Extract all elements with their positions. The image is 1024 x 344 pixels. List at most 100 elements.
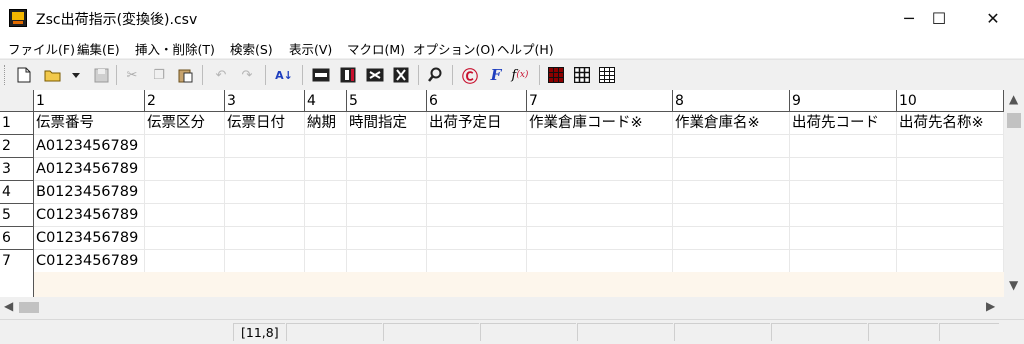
table-cell[interactable]: 出荷予定日 bbox=[427, 112, 527, 135]
table-cell[interactable] bbox=[673, 181, 790, 204]
table-cell[interactable] bbox=[527, 181, 673, 204]
table-cell[interactable]: A0123456789 bbox=[34, 158, 145, 181]
column-header[interactable]: 9 bbox=[790, 90, 897, 112]
column-header[interactable]: 6 bbox=[427, 90, 527, 112]
table-cell[interactable] bbox=[427, 135, 527, 158]
save-icon[interactable] bbox=[92, 66, 110, 84]
toolbar-grip[interactable] bbox=[4, 65, 8, 85]
table-cell[interactable]: 伝票区分 bbox=[145, 112, 225, 135]
menu-options[interactable]: オプション(O) bbox=[413, 39, 495, 58]
row-header[interactable]: 1 bbox=[0, 112, 34, 135]
redo-icon[interactable]: ↷ bbox=[238, 66, 256, 84]
table-cell[interactable] bbox=[897, 181, 1004, 204]
table-cell[interactable] bbox=[225, 227, 305, 250]
column-header[interactable]: 2 bbox=[145, 90, 225, 112]
insert-col-icon[interactable] bbox=[339, 66, 357, 84]
column-header[interactable]: 5 bbox=[347, 90, 427, 112]
column-header[interactable]: 10 bbox=[897, 90, 1004, 112]
scroll-right-icon[interactable]: ▶ bbox=[986, 299, 995, 313]
grid-bold-icon[interactable] bbox=[547, 66, 565, 84]
table-cell[interactable] bbox=[673, 158, 790, 181]
vertical-scroll-thumb[interactable] bbox=[1007, 113, 1021, 128]
table-cell[interactable] bbox=[427, 227, 527, 250]
scroll-down-icon[interactable]: ▼ bbox=[1009, 278, 1018, 292]
table-cell[interactable] bbox=[305, 204, 347, 227]
table-cell[interactable]: A0123456789 bbox=[34, 135, 145, 158]
table-cell[interactable] bbox=[673, 204, 790, 227]
table-cell[interactable]: 作業倉庫名※ bbox=[673, 112, 790, 135]
font-icon[interactable]: F bbox=[487, 66, 505, 84]
dropdown-icon[interactable] bbox=[70, 66, 82, 84]
maximize-button[interactable]: ☐ bbox=[916, 0, 962, 36]
delete-col-icon[interactable] bbox=[392, 66, 410, 84]
table-cell[interactable] bbox=[305, 135, 347, 158]
recalc-icon[interactable]: Ⓒ bbox=[461, 66, 479, 86]
table-cell[interactable] bbox=[897, 250, 1004, 273]
menu-help[interactable]: ヘルプ(H) bbox=[497, 39, 554, 58]
grid-plain-icon[interactable] bbox=[598, 66, 616, 84]
table-cell[interactable] bbox=[347, 227, 427, 250]
open-folder-icon[interactable] bbox=[44, 66, 62, 84]
table-cell[interactable] bbox=[527, 250, 673, 273]
table-cell[interactable]: B0123456789 bbox=[34, 181, 145, 204]
menu-view[interactable]: 表示(V) bbox=[289, 39, 332, 58]
column-header[interactable]: 8 bbox=[673, 90, 790, 112]
table-cell[interactable] bbox=[790, 204, 897, 227]
table-cell[interactable]: C0123456789 bbox=[34, 204, 145, 227]
table-cell[interactable] bbox=[305, 227, 347, 250]
table-cell[interactable] bbox=[897, 158, 1004, 181]
menu-file[interactable]: ファイル(F) bbox=[8, 39, 75, 58]
horizontal-scrollbar[interactable]: ◀ ▶ bbox=[0, 297, 1004, 317]
table-cell[interactable]: 出荷先コード bbox=[790, 112, 897, 135]
table-cell[interactable] bbox=[347, 158, 427, 181]
table-cell[interactable] bbox=[305, 250, 347, 273]
paste-icon[interactable] bbox=[176, 66, 194, 84]
table-cell[interactable] bbox=[305, 181, 347, 204]
table-cell[interactable] bbox=[145, 181, 225, 204]
table-cell[interactable] bbox=[225, 181, 305, 204]
cut-icon[interactable]: ✂ bbox=[123, 66, 141, 84]
row-header[interactable]: 3 bbox=[0, 158, 34, 181]
horizontal-scroll-thumb[interactable] bbox=[19, 302, 39, 313]
table-cell[interactable] bbox=[225, 135, 305, 158]
menu-search[interactable]: 検索(S) bbox=[230, 39, 273, 58]
table-cell[interactable] bbox=[427, 250, 527, 273]
table-cell[interactable]: 時間指定 bbox=[347, 112, 427, 135]
table-cell[interactable]: 伝票番号 bbox=[34, 112, 145, 135]
scroll-left-icon[interactable]: ◀ bbox=[4, 299, 13, 313]
table-cell[interactable]: 出荷先名称※ bbox=[897, 112, 1004, 135]
table-cell[interactable] bbox=[427, 158, 527, 181]
column-header[interactable]: 4 bbox=[305, 90, 347, 112]
row-header[interactable]: 6 bbox=[0, 227, 34, 250]
function-icon[interactable]: 𝑓 (x) bbox=[511, 66, 529, 84]
table-cell[interactable] bbox=[305, 158, 347, 181]
table-cell[interactable] bbox=[790, 227, 897, 250]
table-cell[interactable] bbox=[790, 158, 897, 181]
table-cell[interactable]: 伝票日付 bbox=[225, 112, 305, 135]
table-cell[interactable]: C0123456789 bbox=[34, 227, 145, 250]
column-header[interactable]: 1 bbox=[34, 90, 145, 112]
table-cell[interactable] bbox=[427, 181, 527, 204]
row-header[interactable]: 2 bbox=[0, 135, 34, 158]
table-cell[interactable] bbox=[790, 250, 897, 273]
table-cell[interactable] bbox=[790, 181, 897, 204]
undo-icon[interactable]: ↶ bbox=[212, 66, 230, 84]
table-cell[interactable] bbox=[225, 204, 305, 227]
row-header[interactable]: 5 bbox=[0, 204, 34, 227]
table-cell[interactable] bbox=[897, 135, 1004, 158]
sort-az-icon[interactable]: A↓ bbox=[275, 66, 293, 84]
new-file-icon[interactable] bbox=[15, 66, 33, 84]
close-button[interactable]: ✕ bbox=[970, 0, 1016, 36]
find-icon[interactable] bbox=[426, 66, 444, 84]
table-cell[interactable] bbox=[790, 135, 897, 158]
table-cell[interactable]: 作業倉庫コード※ bbox=[527, 112, 673, 135]
column-header[interactable]: 7 bbox=[527, 90, 673, 112]
table-cell[interactable] bbox=[145, 135, 225, 158]
menu-insert-delete[interactable]: 挿入・削除(T) bbox=[135, 39, 215, 58]
table-cell[interactable] bbox=[347, 135, 427, 158]
row-header[interactable]: 4 bbox=[0, 181, 34, 204]
scroll-up-icon[interactable]: ▲ bbox=[1009, 92, 1018, 106]
new-row-area[interactable] bbox=[34, 272, 1004, 297]
table-cell[interactable] bbox=[347, 204, 427, 227]
table-cell[interactable] bbox=[347, 181, 427, 204]
